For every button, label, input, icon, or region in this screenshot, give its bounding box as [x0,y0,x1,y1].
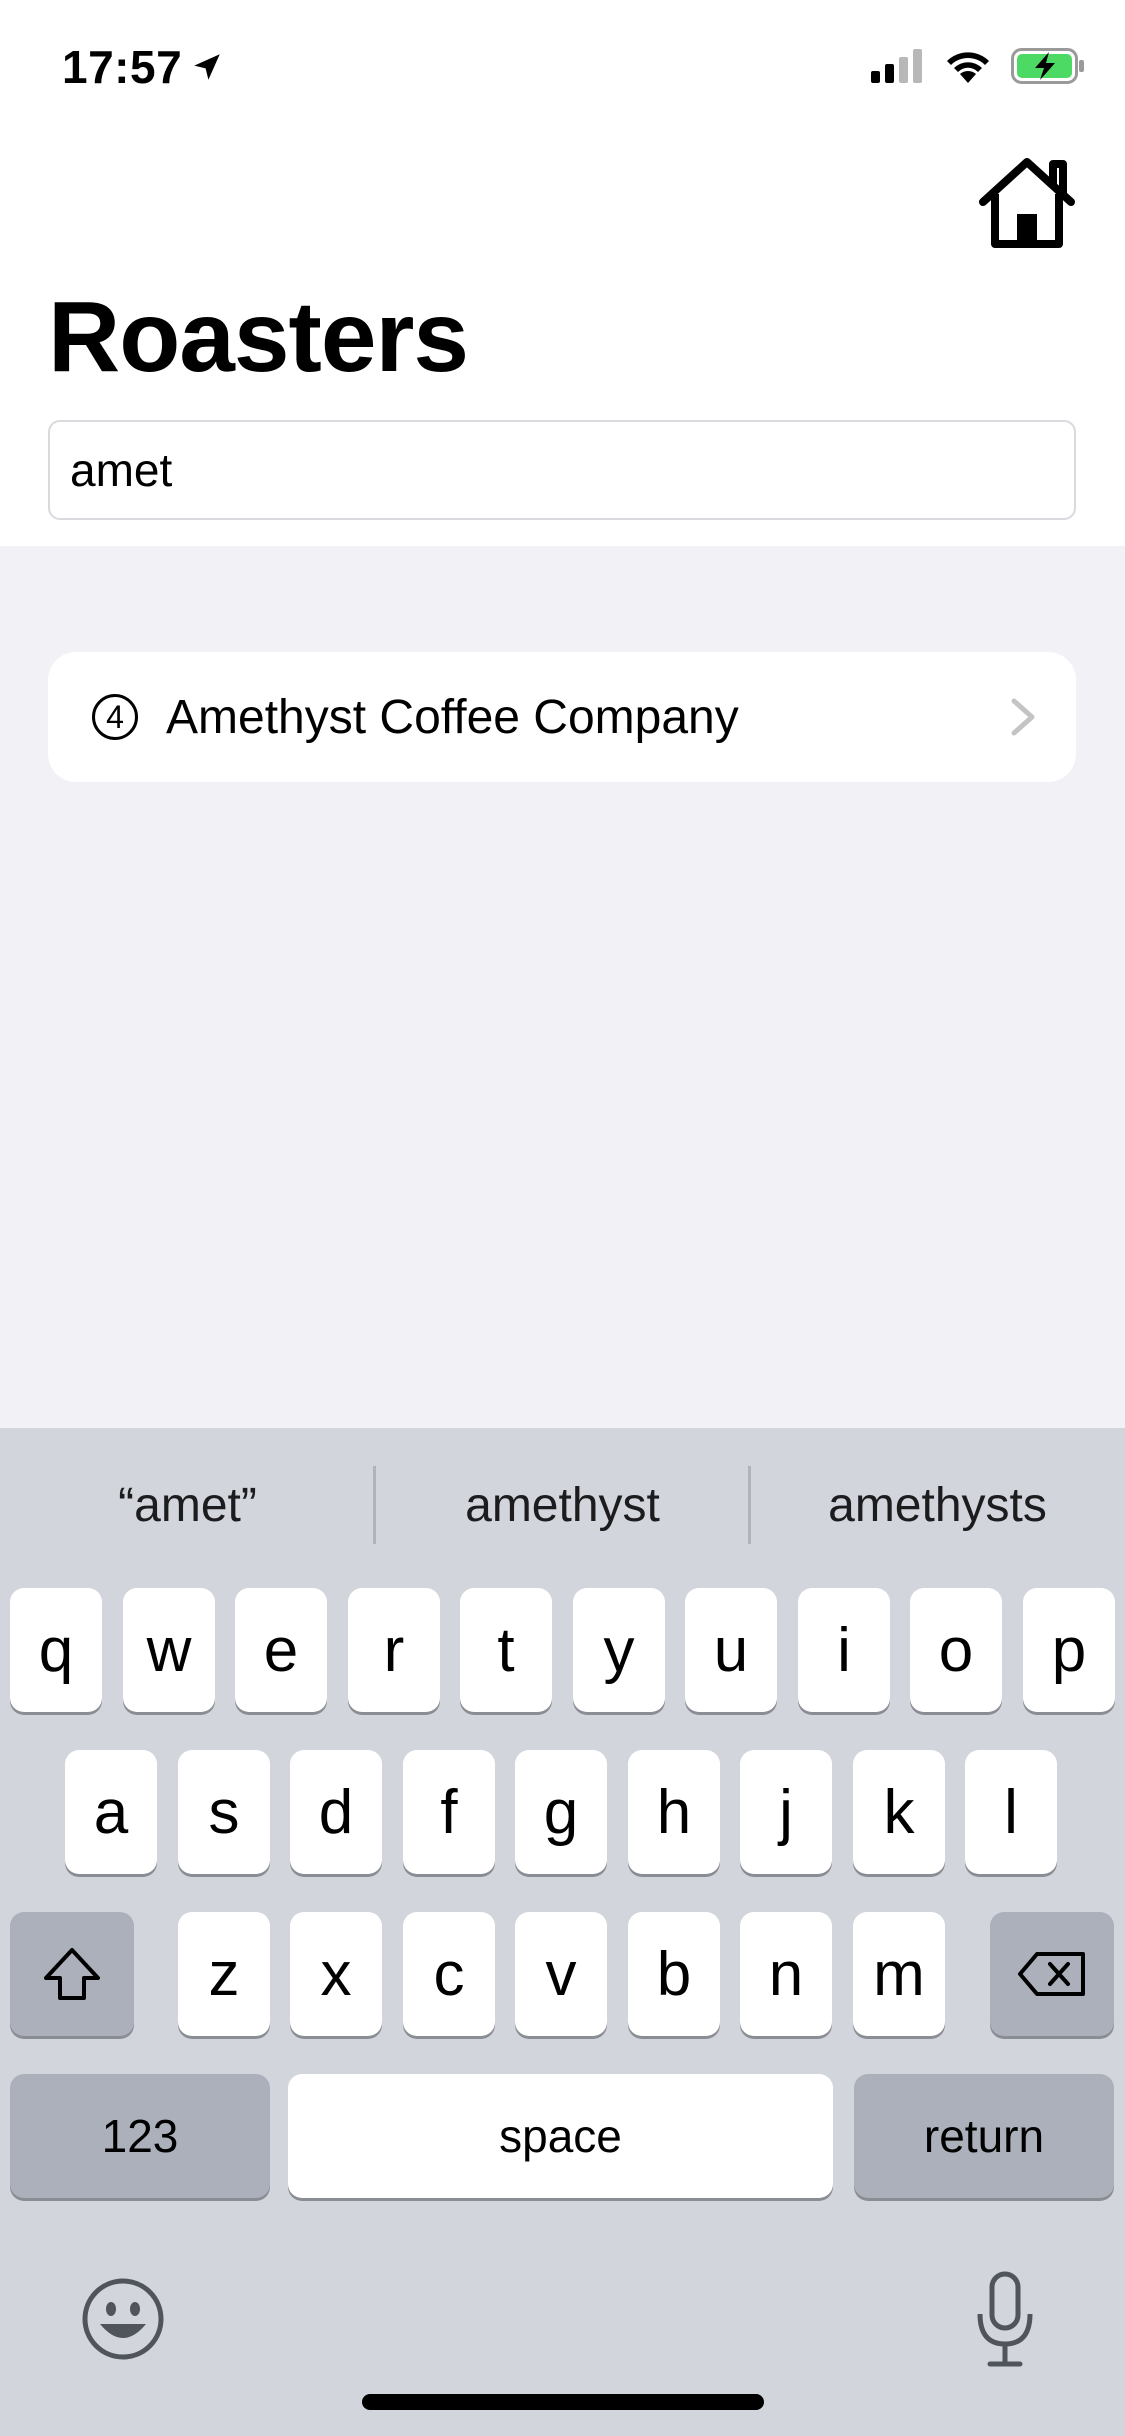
key-y[interactable]: y [573,1588,665,1712]
suggestion-1[interactable]: “amet” [0,1460,375,1550]
key-r[interactable]: r [348,1588,440,1712]
microphone-icon [977,2271,1033,2367]
space-key[interactable]: space [288,2074,833,2198]
key-v[interactable]: v [515,1912,607,2036]
key-g[interactable]: g [515,1750,607,1874]
page-title: Roasters [48,281,469,393]
key-a[interactable]: a [65,1750,157,1874]
key-k[interactable]: k [853,1750,945,1874]
key-e[interactable]: e [235,1588,327,1712]
key-t[interactable]: t [460,1588,552,1712]
count-badge: 4 [92,694,138,740]
microphone-button[interactable] [970,2270,1040,2370]
list-item[interactable]: 4 Amethyst Coffee Company [48,652,1076,782]
chevron-right-icon [1011,698,1035,736]
return-key[interactable]: return [854,2074,1114,2198]
battery-charging-icon [1011,48,1084,84]
key-d[interactable]: d [290,1750,382,1874]
key-j[interactable]: j [740,1750,832,1874]
key-z[interactable]: z [178,1912,270,2036]
key-q[interactable]: q [10,1588,102,1712]
house-icon [979,158,1075,248]
key-b[interactable]: b [628,1912,720,2036]
emoji-button[interactable] [80,2276,166,2362]
key-c[interactable]: c [403,1912,495,2036]
shift-icon [44,1948,100,2000]
status-time-text: 17:57 [62,41,183,93]
shift-key[interactable] [10,1912,134,2036]
search-input[interactable] [48,420,1076,520]
suggestion-3[interactable]: amethysts [750,1460,1125,1550]
backspace-icon [1018,1952,1085,1996]
status-time: 17:57 [62,40,224,94]
key-f[interactable]: f [403,1750,495,1874]
key-l[interactable]: l [965,1750,1057,1874]
key-x[interactable]: x [290,1912,382,2036]
key-w[interactable]: w [123,1588,215,1712]
suggestion-2[interactable]: amethyst [375,1460,750,1550]
cellular-signal-icon [871,49,922,83]
key-m[interactable]: m [853,1912,945,2036]
key-u[interactable]: u [685,1588,777,1712]
status-icons [871,48,1085,84]
key-h[interactable]: h [628,1750,720,1874]
key-n[interactable]: n [740,1912,832,2036]
key-p[interactable]: p [1023,1588,1115,1712]
home-button[interactable] [972,152,1082,252]
emoji-icon [82,2278,164,2360]
key-s[interactable]: s [178,1750,270,1874]
delete-key[interactable] [990,1912,1114,2036]
numbers-key[interactable]: 123 [10,2074,270,2198]
key-i[interactable]: i [798,1588,890,1712]
location-arrow-icon [194,54,220,80]
home-indicator [362,2394,764,2410]
list-item-label: Amethyst Coffee Company [166,690,739,744]
key-o[interactable]: o [910,1588,1002,1712]
wifi-icon [947,52,989,83]
